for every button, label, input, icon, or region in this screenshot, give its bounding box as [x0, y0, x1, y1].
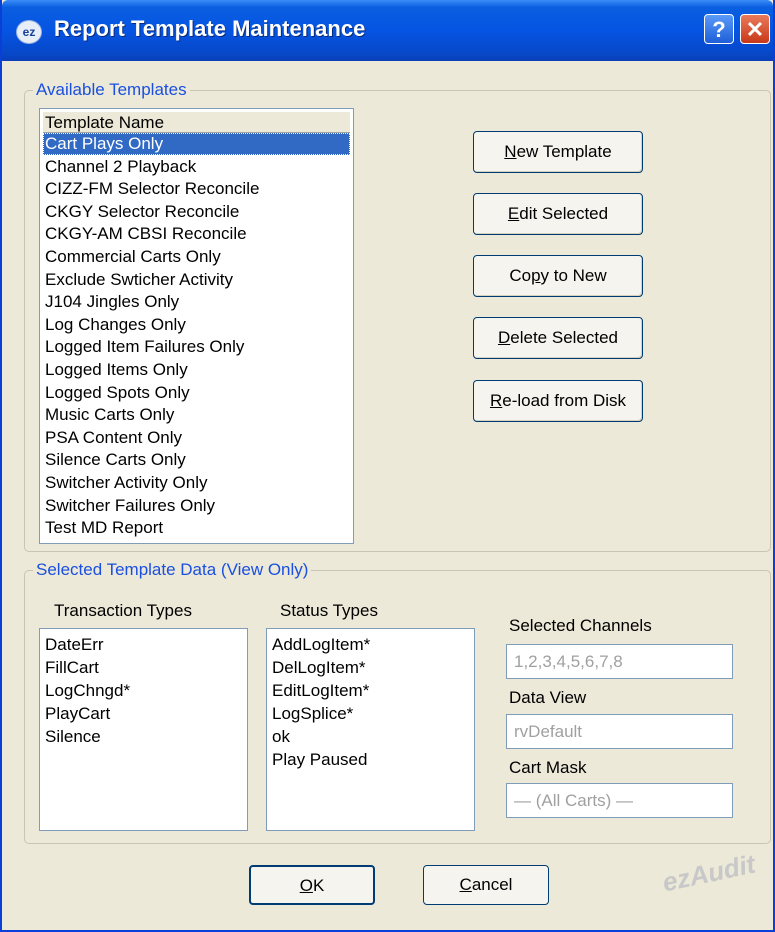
template-list-item[interactable]: J104 Jingles Only — [43, 291, 350, 313]
template-list-item[interactable]: Switcher Failures Only — [43, 495, 350, 517]
selected-channels-field[interactable]: 1,2,3,4,5,6,7,8 — [506, 644, 733, 679]
edit-selected-button[interactable]: Edit Selected — [473, 193, 643, 235]
template-list-item[interactable]: CIZZ-FM Selector Reconcile — [43, 178, 350, 200]
status-type-item[interactable]: AddLogItem* — [272, 633, 370, 656]
transaction-types-list[interactable]: DateErr FillCart LogChngd* PlayCart Silence — [39, 628, 248, 831]
cancel-button[interactable]: Cancel — [423, 865, 549, 905]
status-type-item[interactable]: EditLogItem* — [272, 679, 369, 702]
template-list-item[interactable]: CKGY-AM CBSI Reconcile — [43, 223, 350, 245]
delete-selected-button[interactable]: Delete Selected — [473, 317, 643, 359]
reload-from-disk-button[interactable]: Re-load from Disk — [473, 380, 643, 422]
transaction-types-label: Transaction Types — [54, 601, 192, 620]
template-list-item[interactable]: Logged Item Failures Only — [43, 336, 350, 358]
data-view-label: Data View — [509, 688, 587, 707]
template-list-item[interactable]: Silence Carts Only — [43, 449, 350, 471]
selected-channels-label: Selected Channels — [509, 616, 652, 635]
copy-to-new-button[interactable]: Copy to New — [473, 255, 643, 297]
template-list-item[interactable]: Music Carts Only — [43, 404, 350, 426]
window-title: Report Template Maintenance — [54, 16, 366, 41]
status-type-item[interactable]: DelLogItem* — [272, 656, 366, 679]
title-bar[interactable]: ez Report Template Maintenance ? ✕ — [2, 0, 773, 61]
data-view-field[interactable]: rvDefault — [506, 714, 733, 749]
template-list-item[interactable]: Logged Spots Only — [43, 382, 350, 404]
template-list-item[interactable]: Log Changes Only — [43, 314, 350, 336]
transaction-type-item[interactable]: DateErr — [45, 633, 104, 656]
status-type-item[interactable]: LogSplice* — [272, 702, 353, 725]
status-type-item[interactable]: ok — [272, 725, 290, 748]
template-list-item[interactable]: Switcher Activity Only — [43, 472, 350, 494]
template-list-item[interactable]: Cart Plays Only — [43, 133, 350, 155]
cart-mask-label: Cart Mask — [509, 758, 587, 777]
template-list-item[interactable]: Commercial Carts Only — [43, 246, 350, 268]
template-list-item[interactable]: Exclude Swticher Activity — [43, 269, 350, 291]
template-list-item[interactable]: Test MD Report — [43, 517, 350, 539]
cart-mask-field[interactable]: — (All Carts) — — [506, 783, 733, 818]
close-button[interactable]: ✕ — [740, 14, 770, 44]
transaction-type-item[interactable]: Silence — [45, 725, 101, 748]
status-types-label: Status Types — [280, 601, 378, 620]
help-button[interactable]: ? — [704, 14, 734, 44]
app-logo-icon: ez — [16, 20, 42, 44]
template-list-item[interactable]: Logged Items Only — [43, 359, 350, 381]
selected-template-data-legend: Selected Template Data (View Only) — [36, 560, 309, 579]
template-listbox[interactable]: Template Name Cart Plays Only Channel 2 P… — [39, 108, 354, 544]
transaction-type-item[interactable]: LogChngd* — [45, 679, 130, 702]
dialog-window: ez Report Template Maintenance ? ✕ Avail… — [0, 0, 775, 932]
transaction-type-item[interactable]: FillCart — [45, 656, 99, 679]
template-list-item[interactable]: Channel 2 Playback — [43, 156, 350, 178]
template-name-column-header[interactable]: Template Name — [43, 112, 350, 133]
ezaudit-watermark: ezAudit — [659, 848, 758, 898]
new-template-button[interactable]: New Template — [473, 131, 643, 173]
status-types-list[interactable]: AddLogItem* DelLogItem* EditLogItem* LogSpl… — [266, 628, 475, 831]
status-type-item[interactable]: Play Paused — [272, 748, 367, 771]
template-list-item[interactable]: PSA Content Only — [43, 427, 350, 449]
ok-button[interactable]: OK — [249, 865, 375, 905]
available-templates-legend: Available Templates — [36, 80, 187, 99]
template-list-item[interactable]: CKGY Selector Reconcile — [43, 201, 350, 223]
transaction-type-item[interactable]: PlayCart — [45, 702, 110, 725]
